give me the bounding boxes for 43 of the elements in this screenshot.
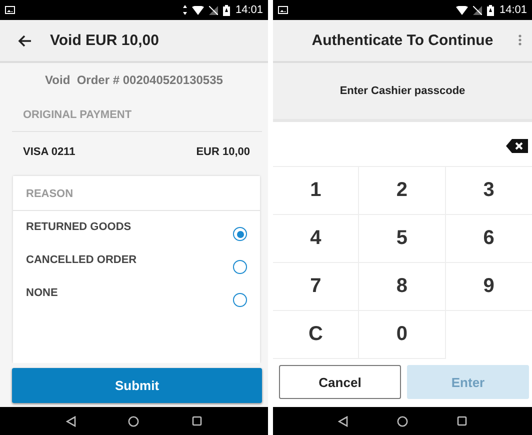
keypad-key[interactable]: 8 xyxy=(359,263,446,311)
no-sim-icon xyxy=(209,6,218,14)
status-time: 14:01 xyxy=(235,4,263,16)
screen-title: Authenticate To Continue xyxy=(312,32,494,49)
keypad-key[interactable]: 5 xyxy=(359,215,446,263)
home-nav-icon[interactable] xyxy=(396,416,408,426)
back-arrow-icon[interactable] xyxy=(18,34,32,46)
battery-icon xyxy=(223,4,230,16)
back-nav-icon[interactable] xyxy=(66,416,76,426)
keypad-key[interactable]: 7 xyxy=(273,263,360,311)
image-icon xyxy=(278,6,288,14)
submit-button[interactable]: Submit xyxy=(12,368,262,403)
home-nav-icon[interactable] xyxy=(128,416,140,426)
reason-option[interactable]: CANCELLED ORDER xyxy=(26,254,137,266)
passcode-prompt: Enter Cashier passcode xyxy=(273,63,532,122)
wifi-icon xyxy=(456,6,468,14)
backspace-icon[interactable] xyxy=(506,139,528,153)
radio-button[interactable] xyxy=(233,227,247,241)
status-time: 14:01 xyxy=(499,4,527,16)
payment-amount: EUR 10,00 xyxy=(196,146,250,160)
recents-nav-icon[interactable] xyxy=(457,416,468,426)
radio-button[interactable] xyxy=(233,293,247,307)
wifi-icon xyxy=(192,6,204,14)
order-number: Void Order # 002040520130535 xyxy=(44,72,224,89)
no-sim-icon xyxy=(473,6,482,14)
back-nav-icon[interactable] xyxy=(338,416,348,426)
menu-icon[interactable] xyxy=(518,34,522,46)
keypad-key[interactable]: 4 xyxy=(273,215,360,263)
card-label: VISA 0211 xyxy=(23,146,76,160)
section-title: ORIGINAL PAYMENT xyxy=(12,101,262,132)
reason-option[interactable]: RETURNED GOODS xyxy=(26,221,132,233)
radio-button[interactable] xyxy=(233,260,247,274)
cancel-button[interactable]: Cancel xyxy=(279,365,401,399)
keypad-key[interactable]: 2 xyxy=(359,167,446,215)
reason-option[interactable]: NONE xyxy=(26,287,58,299)
reason-title: REASON xyxy=(13,176,260,211)
screen-title: Void EUR 10,00 xyxy=(50,32,159,49)
keypad-key[interactable]: C xyxy=(273,311,360,359)
image-icon xyxy=(5,6,15,14)
recents-nav-icon[interactable] xyxy=(192,416,202,426)
battery-icon xyxy=(487,4,494,16)
keypad-key[interactable]: 1 xyxy=(273,167,360,215)
keypad-key[interactable]: 0 xyxy=(359,311,446,359)
